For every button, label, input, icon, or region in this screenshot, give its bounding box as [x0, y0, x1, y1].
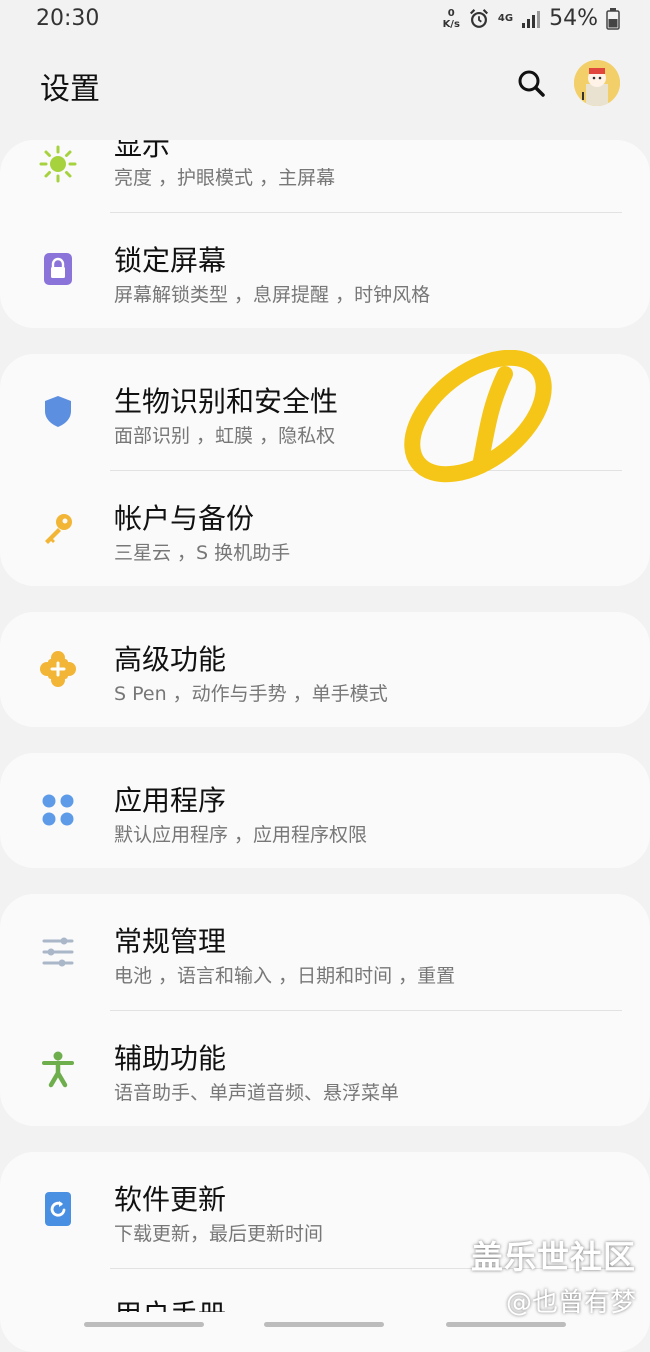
signal-icon: [522, 10, 541, 28]
setting-software-update-subtitle: 下载更新，最后更新时间: [114, 1223, 324, 1245]
lock-icon: [38, 249, 78, 289]
alarm-icon: [469, 8, 488, 28]
setting-accounts-subtitle: 三星云 ，S 换机助手: [114, 542, 291, 564]
battery-percent: 54%: [549, 6, 598, 31]
setting-accessibility[interactable]: 辅助功能 语音助手、单声道音频、悬浮菜单: [0, 1011, 650, 1126]
sun-icon: [38, 144, 78, 184]
net-speed-unit: K/s: [442, 18, 460, 30]
sliders-icon: [38, 932, 78, 972]
setting-display-title: 显示: [114, 140, 171, 162]
setting-display[interactable]: 显示 亮度 ，护眼模式 ，主屏幕: [0, 140, 650, 212]
nav-gesture-hint-center: [264, 1322, 384, 1327]
setting-biometrics-subtitle: 面部识别 ，虹膜 ，隐私权: [114, 425, 336, 447]
app-header: 设置: [0, 50, 650, 120]
shield-icon: [38, 391, 78, 431]
watermark-community: 盖乐世社区: [470, 1238, 636, 1276]
setting-accessibility-title: 辅助功能: [114, 1042, 227, 1075]
search-button[interactable]: [514, 66, 550, 102]
nav-gesture-hint-right: [446, 1322, 566, 1327]
setting-user-manual-title: 用户手册: [114, 1293, 226, 1312]
setting-general[interactable]: 常规管理 电池 ，语言和输入 ，日期和时间 ，重置: [0, 894, 650, 1009]
status-icons: 0 K/s 4G 54%: [443, 6, 620, 31]
page-title: 设置: [40, 72, 100, 107]
accessibility-icon: [38, 1049, 78, 1089]
setting-general-subtitle: 电池 ，语言和输入 ，日期和时间 ，重置: [114, 965, 456, 987]
setting-lock-screen-title: 锁定屏幕: [114, 244, 227, 277]
setting-software-update-title: 软件更新: [114, 1183, 227, 1216]
avatar[interactable]: [574, 60, 620, 106]
watermark-author: @也曾有梦: [505, 1288, 636, 1318]
setting-biometrics-title: 生物识别和安全性: [114, 385, 339, 418]
puzzle-icon: [38, 649, 78, 689]
setting-advanced-subtitle: S Pen ，动作与手势 ，单手模式: [114, 683, 388, 705]
status-time: 20:30: [36, 6, 100, 31]
setting-accounts-title: 帐户与备份: [114, 502, 255, 535]
handdrawn-annotation: [404, 350, 552, 483]
network-type: 4G: [497, 13, 514, 24]
setting-apps-title: 应用程序: [114, 784, 227, 817]
setting-general-title: 常规管理: [114, 925, 227, 958]
nav-gesture-hint-left: [84, 1322, 204, 1327]
net-speed-value: 0: [447, 7, 455, 19]
status-bar: 20:30 0 K/s 4G 54%: [0, 0, 650, 40]
setting-accounts[interactable]: 帐户与备份 三星云 ，S 换机助手: [0, 471, 650, 586]
setting-display-subtitle: 亮度 ，护眼模式 ，主屏幕: [114, 167, 336, 189]
battery-icon: [606, 7, 620, 30]
setting-advanced[interactable]: 高级功能 S Pen ，动作与手势 ，单手模式: [0, 612, 650, 727]
update-icon: [38, 1189, 78, 1229]
setting-lock-screen-subtitle: 屏幕解锁类型 ，息屏提醒 ，时钟风格: [114, 284, 431, 306]
net-speed-indicator: 0 K/s: [443, 8, 460, 30]
setting-apps[interactable]: 应用程序 默认应用程序 ，应用程序权限: [0, 753, 650, 868]
key-icon: [38, 509, 78, 549]
apps-icon: [38, 790, 78, 830]
setting-apps-subtitle: 默认应用程序 ，应用程序权限: [114, 824, 368, 846]
setting-lock-screen[interactable]: 锁定屏幕 屏幕解锁类型 ，息屏提醒 ，时钟风格: [0, 213, 650, 328]
avatar-image: [574, 60, 620, 106]
setting-accessibility-subtitle: 语音助手、单声道音频、悬浮菜单: [114, 1082, 400, 1104]
search-icon: [518, 70, 545, 97]
setting-advanced-title: 高级功能: [114, 643, 227, 676]
